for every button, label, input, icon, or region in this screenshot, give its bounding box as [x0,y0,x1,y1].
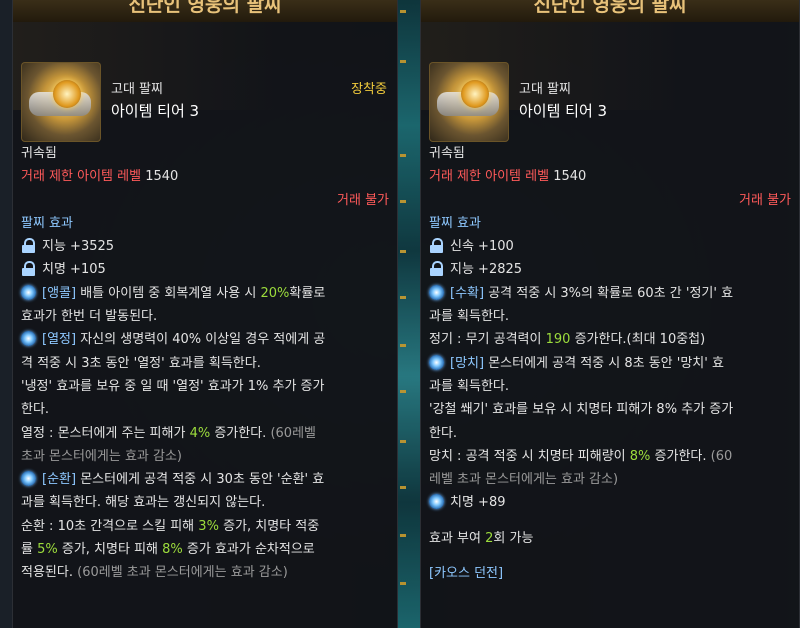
trade-level: 거래 제한 아이템 레벨 1540 [21,169,179,185]
effect-line: 망치 : 공격 적중 시 치명타 피해량이 8% 증가한다. (60 [429,448,733,464]
bound-label: 귀속됨 [21,146,57,161]
item-tier: 아이템 티어 3 [519,102,608,120]
effect-gem-icon [21,471,36,487]
effect-line: 률 5% 증가, 치명타 피해 8% 증가 효과가 순차적으로 [21,542,315,558]
stat-line: 신속 +100 [429,235,791,258]
effect-gem-icon [429,494,444,510]
effect-gem-icon [429,284,444,300]
lock-icon [21,261,36,277]
effects-title: 팔찌 효과 [21,215,73,231]
item-tooltip-compare: 신단인 영웅의 팔찌 고대 팔찌 아이템 티어 3 귀속됨 거래 제한 아이템 … [420,0,800,628]
chaos-dungeon-link: [카오스 던전] [429,566,504,582]
effect-line: 효과가 한번 더 발동된다. [21,309,158,325]
effect-gem-icon [21,331,36,347]
bracelet-icon [21,62,101,142]
effect-line: '강철 쐐기' 효과를 보유 시 치명타 피해가 8% 추가 증가 [429,402,734,418]
equipped-label: 장착중 [351,82,387,97]
untradable-label: 거래 불가 [337,192,389,208]
effect-gem-icon [429,354,444,370]
effect-line: 정기 : 무기 공격력이 190 증가한다.(최대 10중첩) [429,332,706,348]
stat-line: 치명 +105 [21,258,389,281]
effect-line: 레벨 초과 몬스터에게는 효과 감소) [429,472,619,488]
lock-icon [21,238,36,254]
item-header: 고대 팔찌 아이템 티어 3 [421,22,799,142]
background-divider [398,0,420,628]
effect-line: 한다. [21,402,50,418]
tooltip-body: 귀속됨 거래 제한 아이템 레벨 1540 거래 불가 팔찌 효과 지능 +35… [13,142,397,585]
lock-icon [429,261,444,277]
bracelet-icon [429,62,509,142]
untradable-label: 거래 불가 [739,192,791,208]
effect-line: [앵콜] 배틀 아이템 중 회복계열 사용 시 20%확률로 [21,282,389,305]
effect-line: [수확] 공격 적중 시 3%의 확률로 60초 간 '정기' 효 [429,282,791,305]
stat-line: 지능 +2825 [429,258,791,281]
lock-icon [429,238,444,254]
item-name: 신단인 영웅의 팔찌 [128,0,282,16]
effect-line: 적용된다. (60레벨 초과 몬스터에게는 효과 감소) [21,565,288,581]
stat-line: 지능 +3525 [21,235,389,258]
tooltip-title-bar: 신단인 영웅의 팔찌 [421,0,799,22]
item-name: 신단인 영웅의 팔찌 [533,0,687,16]
item-grade: 고대 팔찌 [111,82,163,97]
effect-line: 열정 : 몬스터에게 주는 피해가 4% 증가한다. (60레벨 [21,425,317,441]
effect-line: 과를 획득한다. [429,309,510,325]
tooltip-title-bar: 신단인 영웅의 팔찌 [13,0,397,22]
trade-level: 거래 제한 아이템 레벨 1540 [429,169,587,185]
item-grade: 고대 팔찌 [519,82,571,97]
effect-line: [망치] 몬스터에게 공격 적중 시 8초 동안 '망치' 효 [429,352,791,375]
effect-line: 초과 몬스터에게는 효과 감소) [21,448,182,464]
effect-line: [열정] 자신의 생명력이 40% 이상일 경우 적에게 공 [21,328,389,351]
effect-line: '냉정' 효과를 보유 중 일 때 '열정' 효과가 1% 추가 증가 [21,378,325,394]
effect-line: 순환 : 10초 간격으로 스킬 피해 3% 증가, 치명타 적중 [21,518,320,534]
effects-title: 팔찌 효과 [429,215,481,231]
item-tier: 아이템 티어 3 [111,102,200,120]
effect-line: 한다. [429,425,458,441]
grant-count: 효과 부여 2회 가능 [429,530,534,546]
item-header: 고대 팔찌 아이템 티어 3 장착중 [13,22,397,142]
effect-line: 과를 획득한다. [429,378,510,394]
effect-gem-icon [21,284,36,300]
effect-line: [순환] 몬스터에게 공격 적중 시 30초 동안 '순환' 효 [21,468,389,491]
effect-line: 격 적중 시 3초 동안 '열정' 효과를 획득한다. [21,355,261,371]
item-tooltip-equipped: 신단인 영웅의 팔찌 고대 팔찌 아이템 티어 3 장착중 귀속됨 거래 제한 … [12,0,398,628]
tooltip-body: 귀속됨 거래 제한 아이템 레벨 1540 거래 불가 팔찌 효과 신속 +10… [421,142,799,585]
stat-line: 치명 +89 [429,491,791,514]
effect-line: 과를 획득한다. 해당 효과는 갱신되지 않는다. [21,495,266,511]
bound-label: 귀속됨 [429,146,465,161]
